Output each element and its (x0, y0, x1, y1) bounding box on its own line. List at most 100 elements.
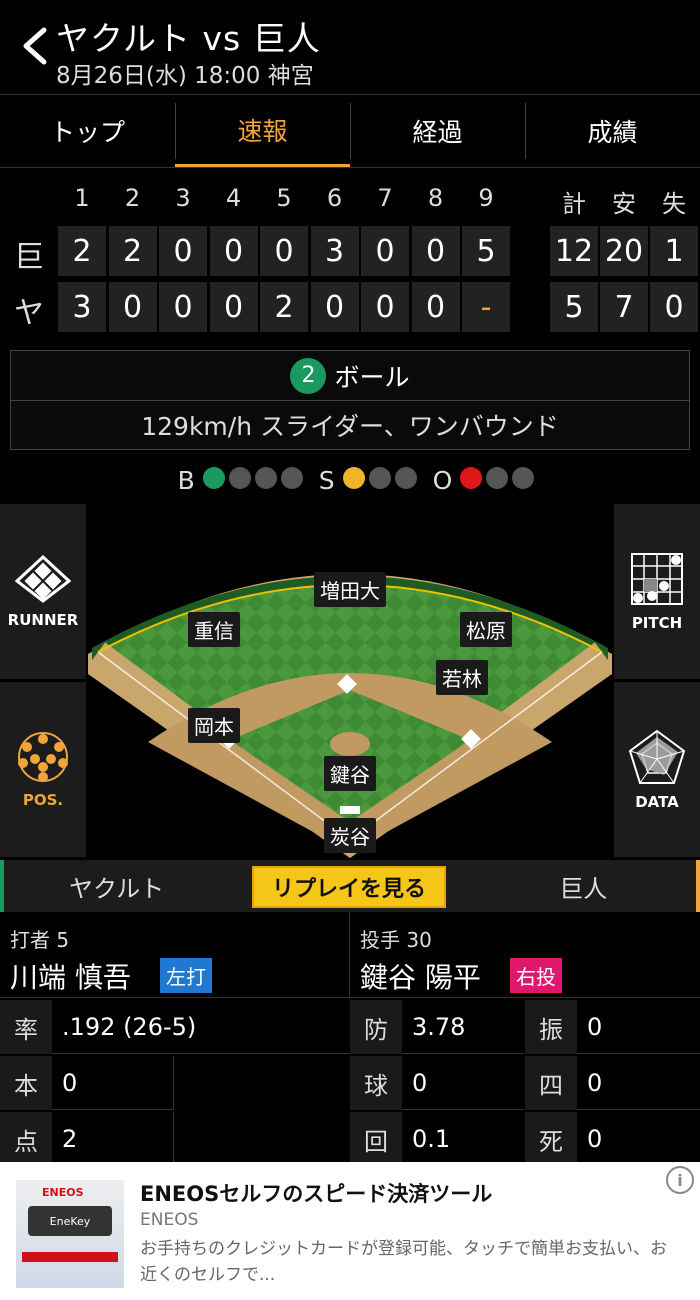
balls-dots (201, 466, 305, 495)
inning-score: 0 (361, 226, 409, 276)
tab-progress[interactable]: 経過 (350, 95, 525, 167)
inning-score: 0 (209, 282, 258, 332)
scoreboard: 1 2 3 4 5 6 7 8 9 計安失巨 2 2 0 0 0 3 0 0 5 12 20 1 ヤ 3 0 0 0 2 0 0 0-5 7 0 (0, 168, 700, 340)
ad-logo-text: ENEOS (42, 1186, 84, 1199)
inning-score: 0 (209, 226, 258, 276)
team-label: ヤ (14, 296, 44, 331)
fielder-left[interactable]: 重信 (188, 612, 240, 647)
data-label: DATA (635, 792, 679, 811)
pitcher-role: 投手 30 (360, 928, 432, 952)
inning-score: 0 (361, 282, 409, 332)
away-team-tab[interactable]: 巨人 (467, 869, 700, 904)
total-score: 20 (600, 226, 648, 276)
fielder-center[interactable]: 増田大 (314, 572, 386, 607)
home-team-tab[interactable]: ヤクルト (0, 869, 233, 904)
pos-button[interactable]: POS. (0, 682, 86, 858)
inning-score: - (462, 282, 510, 332)
inning-header: 1 (74, 184, 90, 212)
inning-score: 2 (260, 282, 308, 332)
stat-key: 回 (350, 1112, 402, 1166)
totals-header: 安 (612, 190, 636, 218)
runner-button[interactable]: RUNNER (0, 504, 86, 680)
batter-name: 川端 慎吾 (10, 961, 131, 994)
fielder-catcher[interactable]: 炭谷 (324, 818, 376, 853)
ad-banner[interactable]: ENEOS EneKey ENEOSセルフのスピード決済ツール ENEOS お手… (0, 1162, 700, 1300)
inning-header: 3 (175, 184, 191, 212)
stat-value: 0 (402, 1056, 524, 1110)
total-score: 7 (600, 282, 648, 332)
out-dot (512, 466, 535, 489)
ad-brand: ENEOS (140, 1210, 199, 1230)
inning-header: 9 (478, 184, 494, 212)
stat-value: 3.78 (402, 1000, 524, 1054)
pitch-info-panel: 2 ボール 129km/h スライダー、ワンバウンド (10, 350, 690, 450)
stat-key: 点 (0, 1112, 52, 1166)
inning-score: 0 (411, 282, 460, 332)
fielder-right[interactable]: 松原 (460, 612, 512, 647)
strike-dot (342, 466, 365, 489)
tab-stats[interactable]: 成績 (525, 95, 700, 167)
inning-header: 7 (377, 184, 393, 212)
inning-score: 3 (310, 226, 359, 276)
app-header: ヤクルト vs 巨人 8月26日(水) 18:00 神宮 (0, 0, 700, 94)
ball-strike-out-count: B S O (0, 462, 700, 498)
baseball-field (88, 574, 612, 858)
stat-value: 0.1 (402, 1112, 524, 1166)
stat-key: 本 (0, 1056, 52, 1110)
runner-diamond-icon (15, 554, 71, 603)
totals-header: 失 (662, 190, 686, 218)
game-title: ヤクルト vs 巨人 (56, 19, 321, 58)
pitch-button[interactable]: PITCH (614, 504, 700, 680)
fielder-third[interactable]: 岡本 (188, 708, 240, 743)
out-dot (486, 466, 509, 489)
total-score: 1 (650, 226, 698, 276)
inning-score: 0 (260, 226, 308, 276)
inning-score: 5 (462, 226, 510, 276)
pos-label: POS. (22, 790, 64, 809)
total-score: 0 (650, 282, 698, 332)
stat-value: 0 (52, 1056, 174, 1110)
fielder-pitcher[interactable]: 鍵谷 (324, 756, 376, 791)
ball-dot (202, 466, 225, 489)
stat-key: 振 (525, 1000, 577, 1054)
inning-score: 0 (310, 282, 359, 332)
batter-card[interactable]: 打者 5 川端 慎吾 左打 (0, 912, 350, 998)
stat-key: 球 (350, 1056, 402, 1110)
tab-top[interactable]: トップ (0, 95, 175, 167)
replay-button[interactable]: リプレイを見る (252, 866, 446, 908)
inning-score: 0 (108, 282, 157, 332)
inning-header: 2 (124, 184, 141, 212)
ad-info-icon[interactable]: i (666, 1166, 694, 1194)
pitcher-card[interactable]: 投手 30 鍵谷 陽平 右投 (350, 912, 700, 998)
strike-dot (368, 466, 391, 489)
team-tabs: ヤクルト . 巨人 リプレイを見る (0, 860, 700, 912)
stat-key: 死 (525, 1112, 577, 1166)
pitcher-name: 鍵谷 陽平 (360, 961, 481, 994)
ad-title: ENEOSセルフのスピード決済ツール (140, 1182, 493, 1206)
pitch-grid-icon (631, 552, 683, 605)
out-dot (460, 466, 483, 489)
back-chevron-icon[interactable] (20, 26, 50, 66)
stat-key: 率 (0, 1000, 52, 1054)
balls-label: B (177, 465, 195, 495)
ad-station-roof (22, 1252, 118, 1262)
stat-key: 防 (350, 1000, 402, 1054)
batter-hand-badge: 左打 (160, 958, 212, 993)
pitch-result: ボール (334, 362, 410, 392)
tab-live[interactable]: 速報 (175, 95, 350, 167)
pitch-count-badge: 2 (290, 357, 327, 394)
stat-value: 2 (52, 1112, 174, 1166)
runner-label: RUNNER (7, 610, 79, 629)
fielder-second[interactable]: 若林 (436, 660, 488, 695)
batter-role: 打者 5 (10, 928, 70, 952)
stat-key: 四 (525, 1056, 577, 1110)
strike-dot (394, 466, 417, 489)
stat-value: 0 (577, 1000, 700, 1054)
ball-dot (280, 466, 303, 489)
radar-chart-icon (628, 729, 686, 784)
strikes-label: S (318, 465, 335, 495)
pitch-label: PITCH (631, 613, 683, 632)
ad-card: EneKey (28, 1206, 112, 1236)
data-button[interactable]: DATA (614, 682, 700, 858)
game-subtitle: 8月26日(水) 18:00 神宮 (56, 63, 314, 89)
